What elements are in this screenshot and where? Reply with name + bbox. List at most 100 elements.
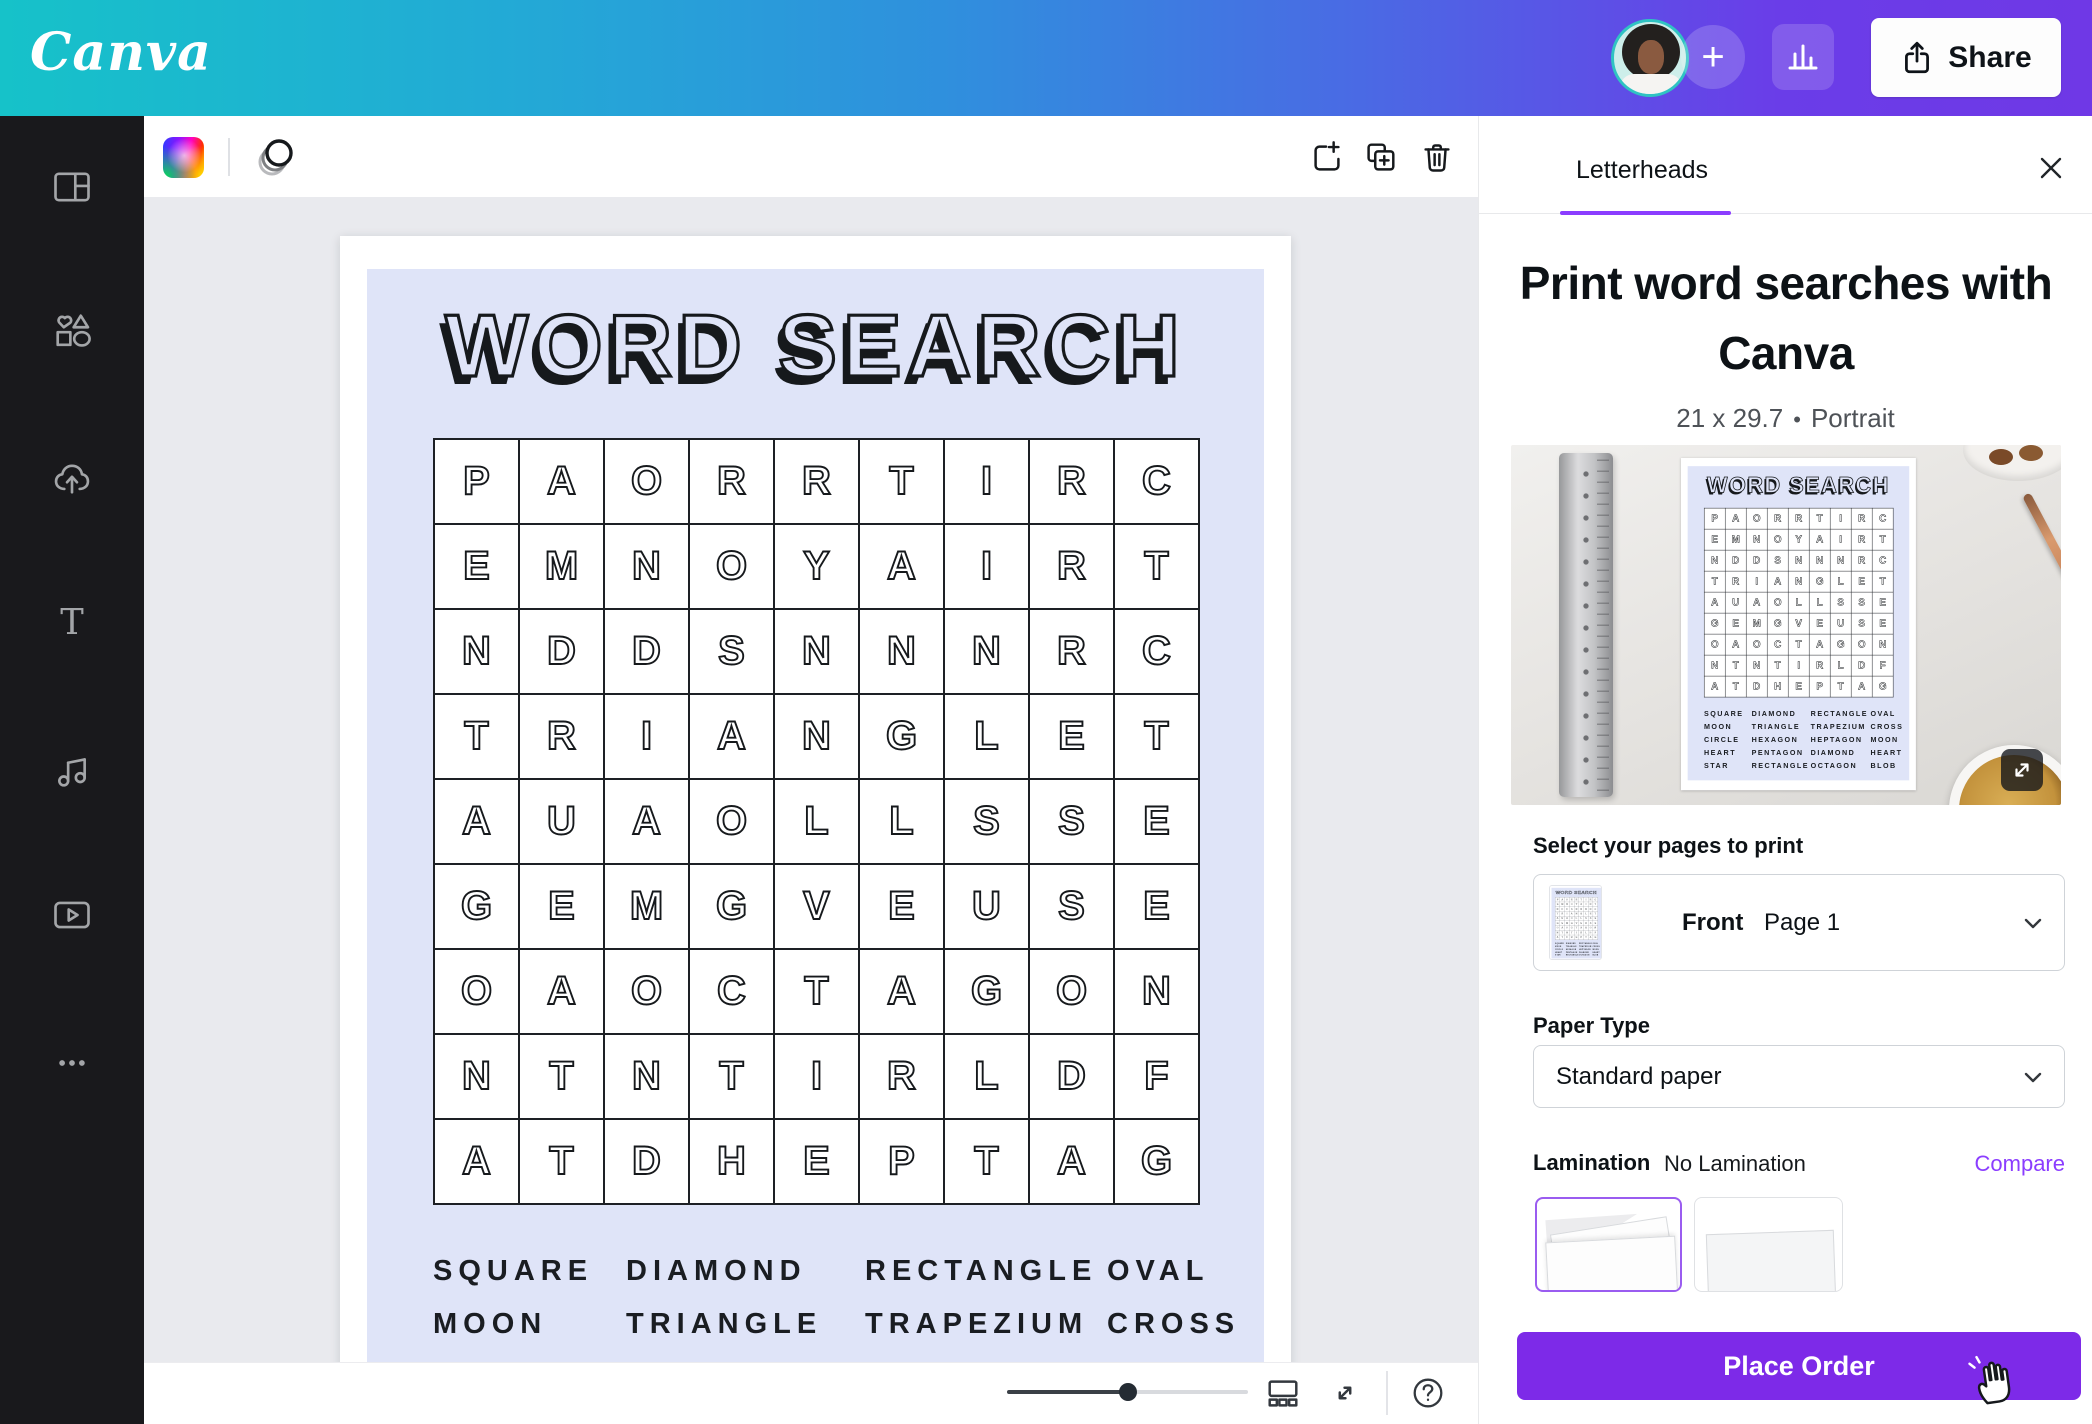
word: OCTAGON — [1811, 762, 1871, 770]
delete-page-button[interactable] — [1418, 139, 1456, 177]
grid-cell: R — [689, 439, 774, 524]
grid-cell: P — [1704, 508, 1725, 529]
grid-cell: O — [1851, 634, 1872, 655]
design-canvas[interactable]: WORD SEARCHPAORRTIRCEMNOYAIRTNDDSNNNRCTR… — [144, 197, 1478, 1362]
sidebar-item-uploads[interactable] — [50, 457, 94, 501]
grid-cell: L — [1830, 655, 1851, 676]
close-panel-button[interactable] — [2036, 153, 2066, 183]
add-page-icon — [1308, 139, 1346, 177]
grid-cell: C — [1872, 508, 1893, 529]
grid-cell: E — [519, 864, 604, 949]
grid-cell: R — [1029, 524, 1114, 609]
pages-side-label: Front — [1682, 909, 1743, 937]
grid-cell: T — [1872, 571, 1893, 592]
help-button[interactable] — [1409, 1374, 1447, 1412]
wordsearch-title: WORD SEARCH — [1688, 473, 1910, 498]
word: HEART — [1704, 749, 1752, 757]
expand-preview-button[interactable] — [2001, 749, 2043, 791]
grid-cell: N — [1114, 949, 1199, 1034]
grid-cell: D — [604, 609, 689, 694]
grid-cell: N — [1788, 550, 1809, 571]
sidebar-item-more[interactable] — [50, 1041, 94, 1085]
grid-cell: C — [689, 949, 774, 1034]
copy-style-button[interactable] — [254, 134, 298, 180]
plus-icon: + — [1701, 35, 1724, 80]
word: CROSS — [1870, 723, 1903, 731]
duplicate-page-button[interactable] — [1361, 139, 1399, 177]
grid-cell: G — [1830, 634, 1851, 655]
zoom-slider-thumb[interactable] — [1119, 1383, 1137, 1401]
grid-cell: G — [859, 694, 944, 779]
grid-cell: N — [944, 609, 1029, 694]
word-list-row: SQUAREDIAMONDRECTANGLEOVAL — [433, 1255, 1209, 1288]
grid-cell: T — [1114, 524, 1199, 609]
document-page[interactable]: WORD SEARCHPAORRTIRCEMNOYAIRTNDDSNNNRCTR… — [340, 236, 1291, 1362]
canva-logo[interactable]: Canva — [30, 22, 212, 83]
word-list-row: MOONTRIANGLETRAPEZIUMCROSS — [433, 1308, 1240, 1341]
word: CROSS — [1593, 945, 1600, 947]
sidebar-item-videos[interactable] — [50, 893, 94, 937]
grid-cell: A — [1809, 529, 1830, 550]
paper-type-dropdown[interactable]: Standard paper — [1533, 1045, 2065, 1108]
grid-cell: G — [1767, 613, 1788, 634]
lamination-option-none[interactable] — [1535, 1197, 1682, 1292]
grid-cell: G — [1114, 1119, 1199, 1204]
grid-cell: E — [1851, 571, 1872, 592]
grid-cell: R — [1029, 609, 1114, 694]
grid-cell: I — [944, 439, 1029, 524]
sidebar-item-elements[interactable] — [50, 308, 94, 352]
grid-cell: A — [519, 439, 604, 524]
chevron-down-icon — [2020, 1064, 2046, 1090]
avatar[interactable] — [1611, 19, 1689, 97]
grid-cell: T — [434, 694, 519, 779]
grid-cell: S — [1029, 779, 1114, 864]
grid-cell: C — [1767, 634, 1788, 655]
grid-cell: N — [774, 609, 859, 694]
grid-cell: A — [1851, 676, 1872, 697]
grid-cell: A — [1725, 634, 1746, 655]
tab-letterheads[interactable]: Letterheads — [1576, 156, 1708, 185]
letter-grid: PAORRTIRCEMNOYAIRTNDDSNNNRCTRIANGLETAUAO… — [1704, 508, 1893, 697]
word-list-row: HEARTPENTAGONDIAMONDHEART — [1555, 951, 1600, 953]
grid-cell: A — [1725, 508, 1746, 529]
background-color-button[interactable] — [163, 137, 204, 178]
sidebar-item-design[interactable] — [50, 165, 94, 209]
chevron-down-icon — [2020, 910, 2046, 936]
share-button[interactable]: Share — [1871, 18, 2061, 97]
grid-cell: O — [604, 439, 689, 524]
grid-cell: D — [1746, 676, 1767, 697]
paper-type-label: Paper Type — [1533, 1013, 1650, 1039]
compare-link[interactable]: Compare — [1975, 1151, 2065, 1177]
grid-cell: O — [689, 779, 774, 864]
lamination-option-laminated[interactable] — [1694, 1197, 1843, 1292]
grid-cell: R — [1809, 655, 1830, 676]
analytics-button[interactable] — [1772, 24, 1834, 90]
grid-cell: T — [1114, 694, 1199, 779]
sidebar-item-audio[interactable] — [50, 749, 94, 793]
grid-cell: I — [604, 694, 689, 779]
grid-cell: G — [1704, 613, 1725, 634]
pages-dropdown[interactable]: WORD SEARCHPAORRTIRCEMNOYAIRTNDDSNNNRCTR… — [1533, 874, 2065, 971]
add-member-button[interactable]: + — [1681, 25, 1745, 89]
add-page-button[interactable] — [1308, 139, 1346, 177]
fullscreen-button[interactable] — [1326, 1374, 1364, 1412]
grid-cell: A — [1767, 571, 1788, 592]
grid-cell: M — [1725, 529, 1746, 550]
pages-view-button[interactable] — [1264, 1374, 1302, 1412]
word: RECTANGLE — [1811, 710, 1871, 718]
word: SQUARE — [433, 1255, 626, 1288]
print-orientation: Portrait — [1811, 403, 1895, 433]
grid-cell: N — [604, 524, 689, 609]
sidebar-item-text[interactable]: T — [50, 600, 94, 644]
wordsearch-page[interactable]: WORD SEARCHPAORRTIRCEMNOYAIRTNDDSNNNRCTR… — [340, 236, 1291, 1362]
grid-cell: A — [604, 779, 689, 864]
grid-cell: T — [774, 949, 859, 1034]
word: RECTANGLE — [1579, 943, 1592, 945]
word-list-row: CIRCLEHEXAGONHEPTAGONMOON — [1704, 736, 1899, 744]
pages-view-icon — [1264, 1374, 1302, 1412]
grid-cell: M — [519, 524, 604, 609]
text-icon: T — [50, 600, 94, 644]
expand-icon — [2009, 757, 2035, 783]
grid-cell: O — [604, 949, 689, 1034]
grid-cell: D — [1725, 550, 1746, 571]
